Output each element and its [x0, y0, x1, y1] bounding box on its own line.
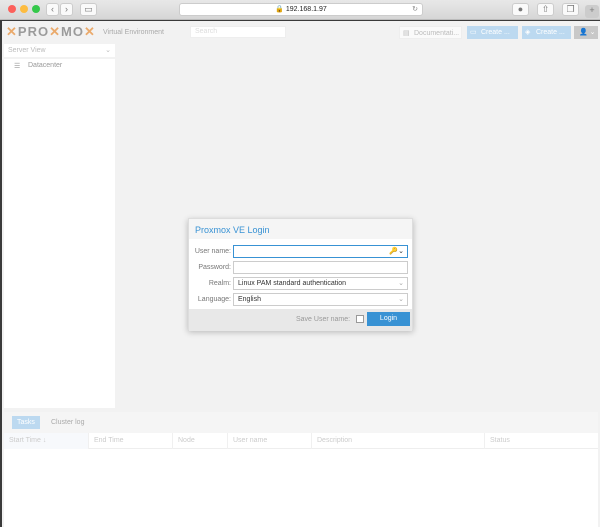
share-icon[interactable]: ⇧ — [537, 3, 554, 16]
chevron-down-icon: ⌄ — [398, 295, 404, 303]
proxmox-logo: ✕PRO✕MO✕ — [6, 24, 96, 39]
server-icon: ☰ — [14, 63, 21, 70]
tree-item-datacenter[interactable]: ☰ Datacenter — [14, 62, 115, 70]
tasks-grid: Start Time ↓ End Time Node User name Des… — [4, 433, 598, 527]
new-tab-button[interactable]: + — [585, 5, 599, 18]
password-input[interactable] — [233, 260, 408, 274]
tab-tasks[interactable]: Tasks — [12, 416, 40, 429]
save-username-checkbox[interactable] — [356, 315, 364, 323]
column-start-time[interactable]: Start Time ↓ — [4, 433, 89, 449]
dialog-title: Proxmox VE Login — [189, 219, 412, 239]
key-dropdown-icon[interactable]: 🔑⌄ — [389, 246, 404, 257]
browser-toolbar: ‹ › ▭ 🔒 192.168.1.97 ↻ ● ⇧ ❐ + — [0, 0, 600, 20]
column-end-time[interactable]: End Time — [89, 433, 173, 449]
search-input[interactable]: Search — [190, 26, 286, 38]
address-bar[interactable]: 🔒 192.168.1.97 ↻ — [179, 3, 423, 16]
tab-cluster-log[interactable]: Cluster log — [46, 416, 89, 429]
resource-tree: ☰ Datacenter — [4, 59, 115, 408]
create-ct-button[interactable]: ◈ Create ... — [522, 26, 571, 39]
sidebar-toggle-icon[interactable]: ▭ — [80, 3, 97, 16]
minimize-window-button[interactable] — [20, 5, 28, 13]
forward-button[interactable]: › — [60, 3, 73, 16]
resource-tree-panel: Server View ⌄ ☰ Datacenter — [4, 44, 115, 408]
language-select[interactable]: English ⌄ — [233, 292, 408, 306]
column-user-name[interactable]: User name — [228, 433, 312, 449]
view-selector[interactable]: Server View ⌄ — [4, 44, 115, 57]
username-label: User name: — [194, 247, 231, 255]
maximize-window-button[interactable] — [32, 5, 40, 13]
user-icon: 👤 — [579, 29, 588, 36]
chevron-down-icon: ⌄ — [105, 47, 111, 54]
url-text: 192.168.1.97 — [285, 6, 327, 13]
column-node[interactable]: Node — [173, 433, 228, 449]
log-panel: Tasks Cluster log Start Time ↓ End Time … — [4, 412, 598, 527]
monitor-icon: ▭ — [470, 29, 477, 36]
user-menu-button[interactable]: 👤 ⌄ — [574, 26, 598, 39]
grid-header: Start Time ↓ End Time Node User name Des… — [4, 433, 598, 449]
password-label: Password: — [198, 263, 231, 271]
cube-icon: ◈ — [525, 29, 531, 36]
close-window-button[interactable] — [8, 5, 16, 13]
chevron-down-icon: ⌄ — [398, 279, 404, 287]
reload-icon[interactable]: ↻ — [412, 4, 418, 15]
realm-label: Realm: — [208, 279, 231, 287]
chevron-down-icon: ⌄ — [589, 29, 596, 36]
downloads-icon[interactable]: ● — [512, 3, 529, 16]
login-button[interactable]: Login — [367, 312, 410, 326]
documentation-button[interactable]: ▤ Documentati... — [399, 26, 462, 39]
realm-select[interactable]: Linux PAM standard authentication ⌄ — [233, 276, 408, 290]
language-label: Language: — [197, 295, 231, 303]
lock-icon: 🔒 — [275, 6, 284, 13]
login-dialog: Proxmox VE Login User name: 🔑⌄ Password:… — [188, 218, 413, 331]
column-description[interactable]: Description — [312, 433, 485, 449]
book-icon: ▤ — [403, 30, 410, 37]
back-button[interactable]: ‹ — [46, 3, 59, 16]
create-vm-button[interactable]: ▭ Create ... — [467, 26, 518, 39]
tabs-icon[interactable]: ❐ — [562, 3, 579, 16]
save-username-label: Save User name: — [296, 316, 351, 323]
app-subtitle: Virtual Environment — [103, 29, 164, 36]
username-input[interactable]: 🔑⌄ — [233, 244, 408, 258]
column-status[interactable]: Status — [485, 433, 598, 449]
